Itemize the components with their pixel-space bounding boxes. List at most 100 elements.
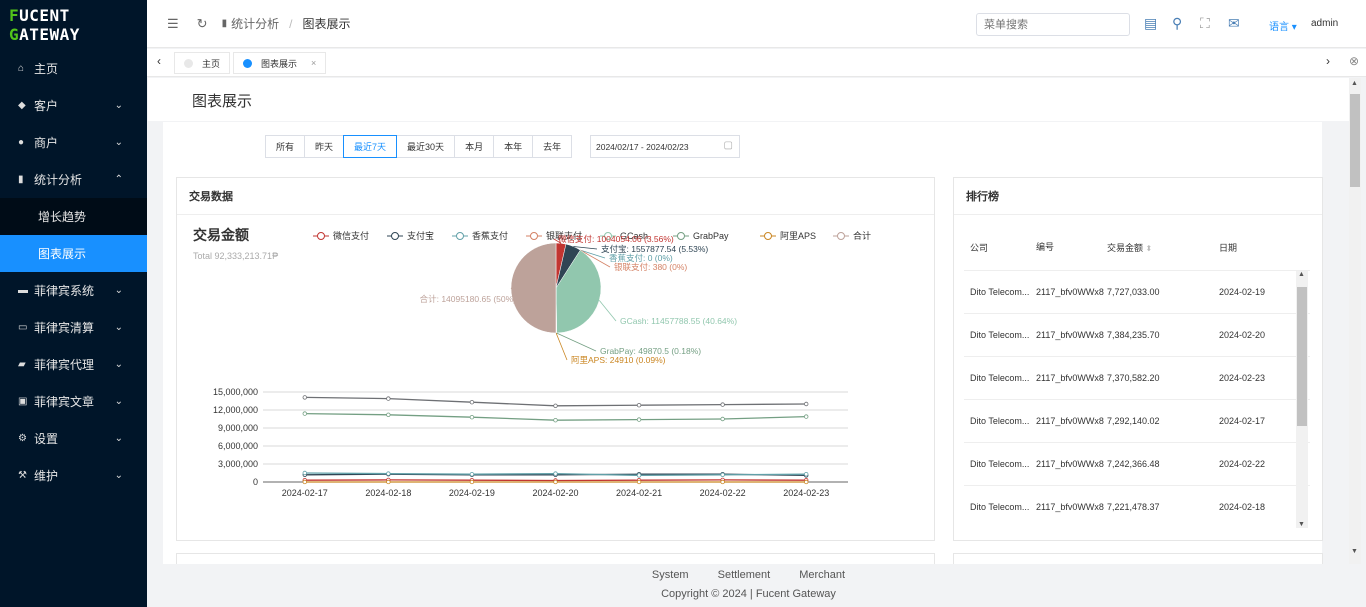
- sidebar-item-label: 菲律宾文章: [34, 395, 95, 409]
- document-icon[interactable]: ▤: [1144, 15, 1157, 32]
- legend-label: 支付宝: [407, 230, 434, 241]
- language-selector[interactable]: 语言 ▾: [1269, 18, 1297, 33]
- table-row[interactable]: Dito Telecom... 2117_bfv0WWx8 7,242,366.48…: [964, 442, 1310, 485]
- scroll-up-icon[interactable]: ▲: [1351, 80, 1358, 87]
- close-circle-icon[interactable]: ⊗: [1349, 54, 1359, 68]
- sidebar-item-maintenance[interactable]: ⚒ 维护 ⌄: [0, 457, 147, 494]
- sort-icon[interactable]: ⬍: [1146, 244, 1153, 253]
- sidebar-item-ph-articles[interactable]: ▣ 菲律宾文章 ⌄: [0, 383, 147, 420]
- table-cell-id: 2117_bfv0WWx8: [1036, 287, 1104, 297]
- legend-marker-icon: [677, 232, 685, 240]
- footer-link-merchant[interactable]: Merchant: [799, 569, 845, 581]
- mail-icon[interactable]: ✉: [1228, 15, 1240, 32]
- sidebar-item-home[interactable]: ⌂ 主页: [0, 50, 147, 87]
- sidebar-item-growth-trend[interactable]: 增长趋势: [0, 198, 147, 235]
- sidebar-item-ph-clearing[interactable]: ▭ 菲律宾清算 ⌄: [0, 309, 147, 346]
- statistics-submenu: 增长趋势 图表展示: [0, 198, 147, 272]
- column-header-label: 交易金额: [1107, 243, 1144, 253]
- filter-button[interactable]: 本月: [454, 135, 495, 158]
- filter-button[interactable]: 最近7天: [343, 135, 398, 158]
- table-cell-date: 2024-02-20: [1219, 330, 1266, 340]
- pie-chart-subtitle: Total 92,333,213.71₱: [193, 251, 278, 261]
- footer-links: System Settlement Merchant: [148, 569, 1349, 581]
- search-icon[interactable]: ⚲: [1172, 15, 1182, 32]
- bar-chart-icon: ▮: [221, 18, 228, 29]
- series-point: [553, 403, 558, 408]
- pie-slice: [510, 242, 557, 334]
- page-scrollbar[interactable]: ▲: [1349, 78, 1361, 564]
- sidebar-item-ph-agent[interactable]: ▰ 菲律宾代理 ⌄: [0, 346, 147, 383]
- pie-label-line: [598, 300, 617, 322]
- legend-marker-icon: [764, 232, 772, 240]
- table-cell-amount: 7,727,033.00: [1107, 287, 1160, 297]
- sidebar-item-label: 商户: [34, 136, 59, 150]
- sidebar-item-customers[interactable]: ◆ 客户 ⌄: [0, 87, 147, 124]
- calendar-icon: ▢: [723, 140, 733, 151]
- footer-link-settlement[interactable]: Settlement: [718, 569, 771, 581]
- footer-link-system[interactable]: System: [652, 569, 689, 581]
- sidebar-item-label: 客户: [34, 99, 59, 113]
- copyright: Copyright © 2024 | Fucent Gateway: [661, 588, 836, 600]
- date-range-picker[interactable]: 2024/02/17 - 2024/02/23 ▢: [590, 135, 740, 158]
- sidebar-item-label: 统计分析: [34, 173, 83, 187]
- caret-down-icon: ▾: [1291, 22, 1297, 33]
- tab-home[interactable]: 主页: [174, 52, 231, 74]
- filter-button[interactable]: 去年: [532, 135, 573, 158]
- page-scrollbar-thumb[interactable]: [1350, 94, 1360, 187]
- filter-button[interactable]: 本年: [493, 135, 534, 158]
- tab-scroll-left-icon[interactable]: ‹: [157, 54, 161, 68]
- breadcrumb: ▮ 统计分析 / 图表展示: [222, 15, 351, 32]
- series-point: [302, 470, 307, 476]
- tab-chart-display[interactable]: 图表展示 ×: [233, 52, 327, 74]
- brand-logo[interactable]: FUCENT GATEWAY: [0, 0, 147, 50]
- pie-chart-title: 交易金额: [193, 227, 249, 243]
- table-cell-date: 2024-02-19: [1219, 287, 1266, 297]
- filter-button[interactable]: 昨天: [304, 135, 345, 158]
- series-point: [553, 417, 558, 423]
- column-header-amount[interactable]: 交易金额 ⬍: [1107, 241, 1219, 254]
- close-icon[interactable]: ×: [311, 58, 316, 68]
- scroll-down-icon[interactable]: ▼: [1349, 548, 1361, 562]
- table-row[interactable]: Dito Telecom... 2117_bfv0WWx8 7,292,140.02…: [964, 399, 1310, 442]
- menu-search-input[interactable]: [976, 13, 1130, 36]
- refresh-icon[interactable]: ↻: [197, 16, 208, 32]
- table-row[interactable]: Dito Telecom... 2117_bfv0WWx8 7,370,582.20…: [964, 356, 1310, 399]
- breadcrumb-parent[interactable]: 统计分析: [231, 15, 279, 32]
- legend-marker-icon: [317, 232, 325, 240]
- table-cell-id: 2117_bfv0WWx8: [1036, 330, 1104, 340]
- sidebar-item-chart-display[interactable]: 图表展示: [0, 235, 147, 272]
- filter-button[interactable]: 最近30天: [396, 135, 456, 158]
- chevron-up-icon: ⌃: [114, 174, 123, 185]
- ranking-scrollbar[interactable]: ▲ ▼: [1296, 271, 1308, 528]
- table-row[interactable]: Dito Telecom... 2117_bfv0WWx8 7,384,235.70…: [964, 313, 1310, 356]
- table-cell-company: Dito Telecom...: [970, 373, 1030, 383]
- series-point: [804, 401, 809, 407]
- breadcrumb-separator: /: [289, 16, 293, 31]
- series-point: [720, 479, 725, 485]
- table-cell-amount: 7,242,366.48: [1107, 459, 1160, 469]
- scroll-down-icon[interactable]: ▼: [1298, 521, 1305, 528]
- table-row[interactable]: Dito Telecom... 2117_bfv0WWx8 7,727,033.00…: [964, 270, 1310, 313]
- fullscreen-icon[interactable]: ⛶: [1200, 15, 1210, 32]
- user-name[interactable]: admin: [1311, 18, 1338, 29]
- sidebar-item-merchants[interactable]: ● 商户 ⌄: [0, 124, 147, 161]
- pie-slice-label: 微信支付: 1004054.06 (3.56%): [558, 234, 674, 244]
- trade-chart: 交易金额Total 92,333,213.71₱微信支付 支付宝 香蕉支付 银联支付 G…: [193, 227, 871, 498]
- sidebar-item-statistics[interactable]: ▮ 统计分析 ⌃: [0, 161, 147, 198]
- sidebar-item-ph-system[interactable]: ▬ 菲律宾系统 ⌄: [0, 272, 147, 309]
- sidebar-item-label: 维护: [34, 469, 59, 483]
- date-range-value: 2024/02/17 - 2024/02/23: [596, 141, 689, 152]
- menu-fold-icon[interactable]: ☰: [167, 16, 179, 32]
- column-header-company: 公司: [970, 243, 989, 253]
- filter-button[interactable]: 所有: [265, 135, 306, 158]
- table-row[interactable]: Dito Telecom... 2117_bfv0WWx8 7,221,478.37…: [964, 485, 1310, 528]
- series-point: [804, 479, 809, 485]
- legend-label: 微信支付: [333, 230, 369, 241]
- tab-scroll-right-icon[interactable]: ›: [1326, 54, 1330, 68]
- series-point: [469, 479, 475, 485]
- bar-chart-icon: ▮: [18, 174, 24, 185]
- sidebar-item-settings[interactable]: ⚙ 设置 ⌄: [0, 420, 147, 457]
- scroll-up-icon[interactable]: ▲: [1298, 271, 1305, 278]
- ranking-scrollbar-thumb[interactable]: [1297, 287, 1307, 426]
- legend-marker-icon: [837, 232, 845, 240]
